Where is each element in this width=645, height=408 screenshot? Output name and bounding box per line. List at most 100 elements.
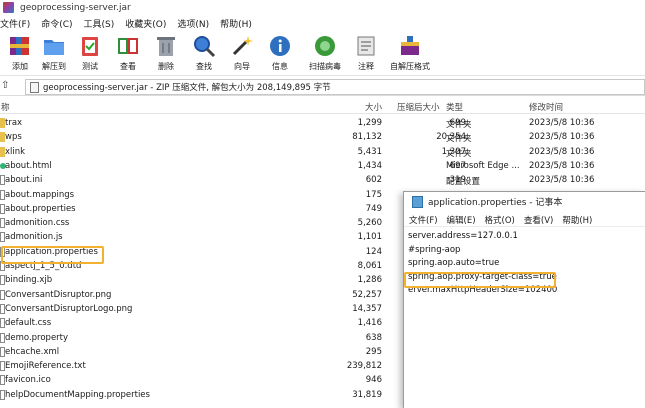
file-size: 1,434 (357, 160, 382, 171)
notepad-line: erver.maxHttpHeaderSize=102400 (408, 285, 558, 296)
menu-favorites[interactable]: 收藏夹(O) (125, 17, 166, 30)
file-name: ehcache.xml (5, 346, 60, 357)
file-size: 124 (365, 246, 382, 257)
menu-command[interactable]: 命令(C) (41, 17, 72, 30)
test-button[interactable]: 测试 (70, 34, 110, 74)
virus-scan-button[interactable]: 扫描病毒 (305, 34, 345, 74)
notepad-menu-help[interactable]: 帮助(H) (562, 214, 592, 226)
file-size: 638 (365, 332, 382, 343)
file-row[interactable]: about.html 1,434 697 Microsoft Edge ... 2023… (0, 159, 645, 173)
view-book-icon (118, 38, 138, 54)
up-folder-icon[interactable]: ⇧ (1, 80, 15, 94)
notepad-line: spring.aop.proxy-target-class=true (408, 271, 557, 282)
file-size: 749 (365, 203, 382, 214)
notepad-menu-bar: 文件(F) 编辑(E) 格式(O) 查看(V) 帮助(H) (404, 213, 645, 227)
file-name: favicon.ico (5, 375, 51, 386)
file-type: 文件夹 (446, 148, 472, 159)
notepad-line: spring.aop.auto=true (408, 258, 500, 269)
file-type: 文件夹 (446, 134, 472, 145)
file-name: admonition.css (5, 218, 70, 229)
info-button[interactable]: 信息 (260, 34, 300, 74)
archive-file-icon (30, 81, 39, 93)
comment-icon (357, 36, 375, 56)
file-row[interactable]: xlink 5,431 1,307 文件夹 2023/5/8 10:36 (0, 145, 645, 159)
file-size: 52,257 (352, 289, 382, 300)
toolbar: 添加 解压到 测试 查看 删除 查找 向导 信息 扫描病毒 注释 自解压格式 (0, 32, 645, 76)
find-button[interactable]: 查找 (184, 34, 224, 74)
file-size: 81,132 (352, 132, 382, 143)
file-size: 239,812 (346, 361, 382, 372)
file-row[interactable]: wps 81,132 20,354 文件夹 2023/5/8 10:36 (0, 130, 645, 144)
file-size: 1,299 (357, 118, 382, 128)
column-name[interactable]: 称 (1, 101, 10, 113)
file-name: helpDocumentMapping.properties (5, 389, 150, 400)
find-magnifier-icon (194, 36, 216, 58)
extract-to-button[interactable]: 解压到 (34, 34, 74, 74)
file-row[interactable]: about.ini 602 319 配置设置 2023/5/8 10:36 (0, 173, 645, 187)
file-size: 602 (365, 175, 382, 186)
file-name: xlink (5, 146, 26, 157)
file-size: 295 (365, 346, 382, 357)
path-field[interactable]: geoprocessing-server.jar - ZIP 压缩文件, 解包大… (25, 79, 645, 95)
file-size: 1,416 (357, 318, 382, 329)
file-name: default.css (5, 318, 52, 329)
menu-help[interactable]: 帮助(H) (220, 17, 252, 30)
test-clipboard-icon (82, 37, 98, 56)
file-size: 1,286 (357, 275, 382, 286)
file-name: about.ini (5, 175, 43, 186)
file-name: ConversantDisruptor.png (5, 289, 112, 300)
winrar-app-icon (3, 2, 14, 13)
file-modified: 2023/5/8 10:36 (529, 175, 595, 186)
notepad-icon (412, 196, 423, 208)
column-size[interactable]: 大小 (365, 101, 382, 113)
file-size: 5,431 (357, 146, 382, 157)
path-text: geoprocessing-server.jar - ZIP 压缩文件, 解包大… (43, 83, 331, 93)
column-modified[interactable]: 修改时间 (529, 101, 563, 113)
file-size: 1,101 (357, 232, 382, 243)
notepad-menu-view[interactable]: 查看(V) (524, 214, 553, 226)
file-modified: 2023/5/8 10:36 (529, 118, 595, 128)
file-row[interactable]: trax 1,299 699 文件夹 2023/5/8 10:36 (0, 116, 645, 130)
column-packed-size[interactable]: 压缩后大小 (397, 101, 440, 113)
file-modified: 2023/5/8 10:36 (529, 146, 595, 157)
virus-scan-icon (315, 36, 335, 56)
file-name: ConversantDisruptorLogo.png (5, 303, 133, 314)
file-type: 配置设置 (446, 177, 481, 188)
info-icon (270, 36, 290, 56)
file-name: EmojiReference.txt (5, 361, 86, 372)
notepad-window: application.properties - 记事本 文件(F) 编辑(E)… (403, 191, 645, 408)
notepad-menu-edit[interactable]: 编辑(E) (447, 214, 476, 226)
notepad-title-bar: application.properties - 记事本 (404, 192, 645, 211)
notepad-text-area[interactable]: server.address=127.0.0.1 #spring-aop spr… (408, 230, 644, 298)
comment-button[interactable]: 注释 (346, 34, 386, 74)
menu-file[interactable]: 文件(F) (0, 17, 30, 30)
extract-folder-icon (44, 40, 64, 55)
file-name: wps (5, 132, 22, 143)
title-bar: geoprocessing-server.jar (0, 0, 645, 15)
delete-trash-icon (157, 37, 175, 56)
delete-button[interactable]: 删除 (146, 34, 186, 74)
menu-bar: 文件(F) 命令(C) 工具(S) 收藏夹(O) 选项(N) 帮助(H) (0, 16, 645, 31)
add-archive-icon (10, 37, 29, 55)
notepad-title: application.properties - 记事本 (428, 198, 563, 208)
notepad-line: server.address=127.0.0.1 (408, 231, 518, 241)
menu-tools[interactable]: 工具(S) (84, 17, 115, 30)
file-name: about.mappings (5, 189, 75, 200)
file-name: about.properties (5, 203, 76, 214)
file-name: trax (5, 118, 23, 128)
file-modified: 2023/5/8 10:36 (529, 160, 595, 171)
file-size: 14,357 (352, 303, 382, 314)
file-size: 8,061 (357, 261, 382, 271)
file-size: 946 (365, 375, 382, 386)
view-button[interactable]: 查看 (108, 34, 148, 74)
file-name: binding.xjb (5, 275, 53, 286)
sfx-button[interactable]: 自解压格式 (390, 34, 430, 74)
file-size: 175 (365, 189, 382, 200)
wizard-button[interactable]: 向导 (222, 34, 262, 74)
notepad-menu-file[interactable]: 文件(F) (409, 214, 438, 226)
file-name: aspectj_1_5_0.dtd (5, 261, 82, 271)
column-type[interactable]: 类型 (446, 101, 463, 113)
menu-options[interactable]: 选项(N) (177, 17, 209, 30)
notepad-menu-format[interactable]: 格式(O) (485, 214, 515, 226)
wizard-wand-icon (232, 36, 253, 56)
